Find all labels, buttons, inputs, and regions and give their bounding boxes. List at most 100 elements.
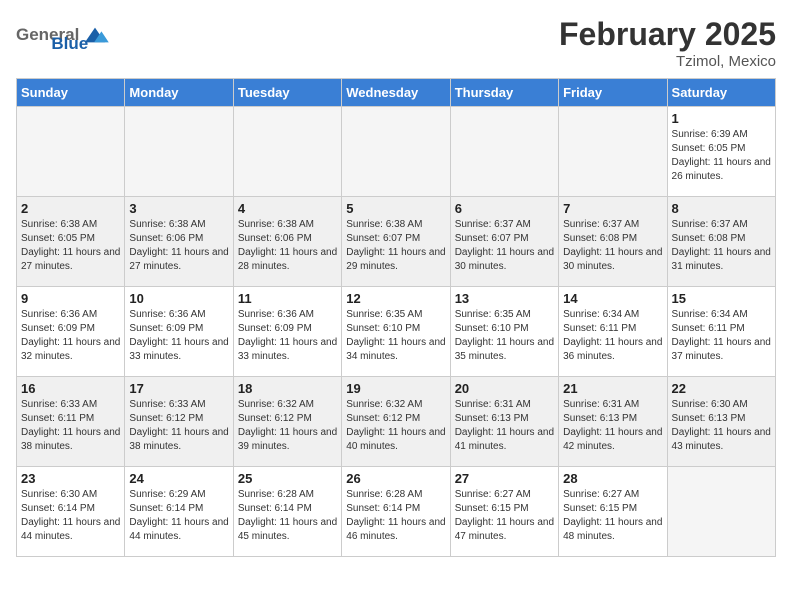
calendar-day-cell: 7 Sunrise: 6:37 AM Sunset: 6:08 PM Daylig…	[559, 197, 667, 287]
month-title: February 2025	[559, 16, 776, 53]
calendar-day-cell: 20 Sunrise: 6:31 AM Sunset: 6:13 PM Dayli…	[450, 377, 558, 467]
day-number: 5	[346, 201, 445, 216]
day-number: 27	[455, 471, 554, 486]
day-number: 9	[21, 291, 120, 306]
calendar-day-cell	[450, 107, 558, 197]
calendar-day-cell	[559, 107, 667, 197]
calendar-day-cell: 25 Sunrise: 6:28 AM Sunset: 6:14 PM Dayli…	[233, 467, 341, 557]
day-info: Sunrise: 6:30 AM Sunset: 6:13 PM Dayligh…	[672, 398, 771, 454]
day-number: 3	[129, 201, 228, 216]
calendar-day-header: Sunday	[17, 79, 125, 107]
calendar-day-cell: 23 Sunrise: 6:30 AM Sunset: 6:14 PM Dayli…	[17, 467, 125, 557]
day-number: 20	[455, 381, 554, 396]
calendar-day-cell: 26 Sunrise: 6:28 AM Sunset: 6:14 PM Dayli…	[342, 467, 450, 557]
logo-blue: Blue	[51, 34, 88, 54]
calendar-day-header: Wednesday	[342, 79, 450, 107]
calendar-day-cell	[17, 107, 125, 197]
day-number: 21	[563, 381, 662, 396]
day-info: Sunrise: 6:36 AM Sunset: 6:09 PM Dayligh…	[238, 308, 337, 364]
calendar-day-cell: 3 Sunrise: 6:38 AM Sunset: 6:06 PM Daylig…	[125, 197, 233, 287]
day-number: 8	[672, 201, 771, 216]
day-info: Sunrise: 6:28 AM Sunset: 6:14 PM Dayligh…	[238, 488, 337, 544]
calendar-day-cell: 6 Sunrise: 6:37 AM Sunset: 6:07 PM Daylig…	[450, 197, 558, 287]
day-info: Sunrise: 6:35 AM Sunset: 6:10 PM Dayligh…	[346, 308, 445, 364]
calendar-day-cell: 10Sunrise: 6:36 AM Sunset: 6:09 PM Dayli…	[125, 287, 233, 377]
calendar-table: SundayMondayTuesdayWednesdayThursdayFrid…	[16, 78, 776, 557]
day-info: Sunrise: 6:31 AM Sunset: 6:13 PM Dayligh…	[563, 398, 662, 454]
day-number: 13	[455, 291, 554, 306]
page-header: General Blue February 2025 Tzimol, Mexic…	[16, 16, 776, 70]
day-number: 7	[563, 201, 662, 216]
day-info: Sunrise: 6:37 AM Sunset: 6:08 PM Dayligh…	[672, 218, 771, 274]
day-info: Sunrise: 6:35 AM Sunset: 6:10 PM Dayligh…	[455, 308, 554, 364]
calendar-day-cell: 27 Sunrise: 6:27 AM Sunset: 6:15 PM Dayli…	[450, 467, 558, 557]
calendar-week-row: 9 Sunrise: 6:36 AM Sunset: 6:09 PM Daylig…	[17, 287, 776, 377]
day-info: Sunrise: 6:38 AM Sunset: 6:06 PM Dayligh…	[238, 218, 337, 274]
day-number: 6	[455, 201, 554, 216]
day-number: 25	[238, 471, 337, 486]
title-block: February 2025 Tzimol, Mexico	[559, 16, 776, 70]
day-info: Sunrise: 6:33 AM Sunset: 6:11 PM Dayligh…	[21, 398, 120, 454]
day-info: Sunrise: 6:33 AM Sunset: 6:12 PM Dayligh…	[129, 398, 228, 454]
day-info: Sunrise: 6:29 AM Sunset: 6:14 PM Dayligh…	[129, 488, 228, 544]
day-number: 18	[238, 381, 337, 396]
calendar-day-cell: 2 Sunrise: 6:38 AM Sunset: 6:05 PM Daylig…	[17, 197, 125, 287]
day-info: Sunrise: 6:37 AM Sunset: 6:08 PM Dayligh…	[563, 218, 662, 274]
day-info: Sunrise: 6:30 AM Sunset: 6:14 PM Dayligh…	[21, 488, 120, 544]
day-info: Sunrise: 6:28 AM Sunset: 6:14 PM Dayligh…	[346, 488, 445, 544]
day-info: Sunrise: 6:36 AM Sunset: 6:09 PM Dayligh…	[129, 308, 228, 364]
day-number: 16	[21, 381, 120, 396]
day-info: Sunrise: 6:34 AM Sunset: 6:11 PM Dayligh…	[672, 308, 771, 364]
calendar-week-row: 1Sunrise: 6:39 AM Sunset: 6:05 PM Daylig…	[17, 107, 776, 197]
calendar-day-cell: 1Sunrise: 6:39 AM Sunset: 6:05 PM Daylig…	[667, 107, 775, 197]
day-info: Sunrise: 6:37 AM Sunset: 6:07 PM Dayligh…	[455, 218, 554, 274]
calendar-day-cell: 14Sunrise: 6:34 AM Sunset: 6:11 PM Dayli…	[559, 287, 667, 377]
day-number: 26	[346, 471, 445, 486]
calendar-day-cell: 17 Sunrise: 6:33 AM Sunset: 6:12 PM Dayli…	[125, 377, 233, 467]
calendar-week-row: 2 Sunrise: 6:38 AM Sunset: 6:05 PM Daylig…	[17, 197, 776, 287]
calendar-week-row: 23 Sunrise: 6:30 AM Sunset: 6:14 PM Dayli…	[17, 467, 776, 557]
calendar-day-header: Saturday	[667, 79, 775, 107]
calendar-header-row: SundayMondayTuesdayWednesdayThursdayFrid…	[17, 79, 776, 107]
calendar-day-cell: 24 Sunrise: 6:29 AM Sunset: 6:14 PM Dayli…	[125, 467, 233, 557]
calendar-day-cell: 22 Sunrise: 6:30 AM Sunset: 6:13 PM Dayli…	[667, 377, 775, 467]
calendar-day-cell	[667, 467, 775, 557]
calendar-day-cell	[125, 107, 233, 197]
day-info: Sunrise: 6:27 AM Sunset: 6:15 PM Dayligh…	[455, 488, 554, 544]
logo: General Blue	[16, 16, 88, 54]
day-number: 23	[21, 471, 120, 486]
day-info: Sunrise: 6:31 AM Sunset: 6:13 PM Dayligh…	[455, 398, 554, 454]
day-number: 14	[563, 291, 662, 306]
day-info: Sunrise: 6:36 AM Sunset: 6:09 PM Dayligh…	[21, 308, 120, 364]
day-number: 17	[129, 381, 228, 396]
day-number: 15	[672, 291, 771, 306]
calendar-day-cell: 15 Sunrise: 6:34 AM Sunset: 6:11 PM Dayli…	[667, 287, 775, 377]
day-number: 12	[346, 291, 445, 306]
day-info: Sunrise: 6:38 AM Sunset: 6:06 PM Dayligh…	[129, 218, 228, 274]
day-number: 22	[672, 381, 771, 396]
calendar-week-row: 16 Sunrise: 6:33 AM Sunset: 6:11 PM Dayli…	[17, 377, 776, 467]
calendar-day-cell: 11 Sunrise: 6:36 AM Sunset: 6:09 PM Dayli…	[233, 287, 341, 377]
calendar-day-cell: 21 Sunrise: 6:31 AM Sunset: 6:13 PM Dayli…	[559, 377, 667, 467]
day-info: Sunrise: 6:32 AM Sunset: 6:12 PM Dayligh…	[238, 398, 337, 454]
day-number: 24	[129, 471, 228, 486]
calendar-day-header: Thursday	[450, 79, 558, 107]
day-number: 19	[346, 381, 445, 396]
calendar-day-cell: 19 Sunrise: 6:32 AM Sunset: 6:12 PM Dayli…	[342, 377, 450, 467]
location: Tzimol, Mexico	[559, 53, 776, 70]
calendar-day-cell: 4 Sunrise: 6:38 AM Sunset: 6:06 PM Daylig…	[233, 197, 341, 287]
calendar-day-header: Tuesday	[233, 79, 341, 107]
calendar-day-cell: 8 Sunrise: 6:37 AM Sunset: 6:08 PM Daylig…	[667, 197, 775, 287]
day-number: 2	[21, 201, 120, 216]
calendar-day-cell: 18 Sunrise: 6:32 AM Sunset: 6:12 PM Dayli…	[233, 377, 341, 467]
day-number: 1	[672, 111, 771, 126]
day-number: 4	[238, 201, 337, 216]
calendar-day-cell: 16 Sunrise: 6:33 AM Sunset: 6:11 PM Dayli…	[17, 377, 125, 467]
day-info: Sunrise: 6:38 AM Sunset: 6:05 PM Dayligh…	[21, 218, 120, 274]
day-number: 28	[563, 471, 662, 486]
calendar-day-cell: 5Sunrise: 6:38 AM Sunset: 6:07 PM Daylig…	[342, 197, 450, 287]
day-info: Sunrise: 6:27 AM Sunset: 6:15 PM Dayligh…	[563, 488, 662, 544]
day-number: 11	[238, 291, 337, 306]
day-info: Sunrise: 6:32 AM Sunset: 6:12 PM Dayligh…	[346, 398, 445, 454]
calendar-day-header: Friday	[559, 79, 667, 107]
